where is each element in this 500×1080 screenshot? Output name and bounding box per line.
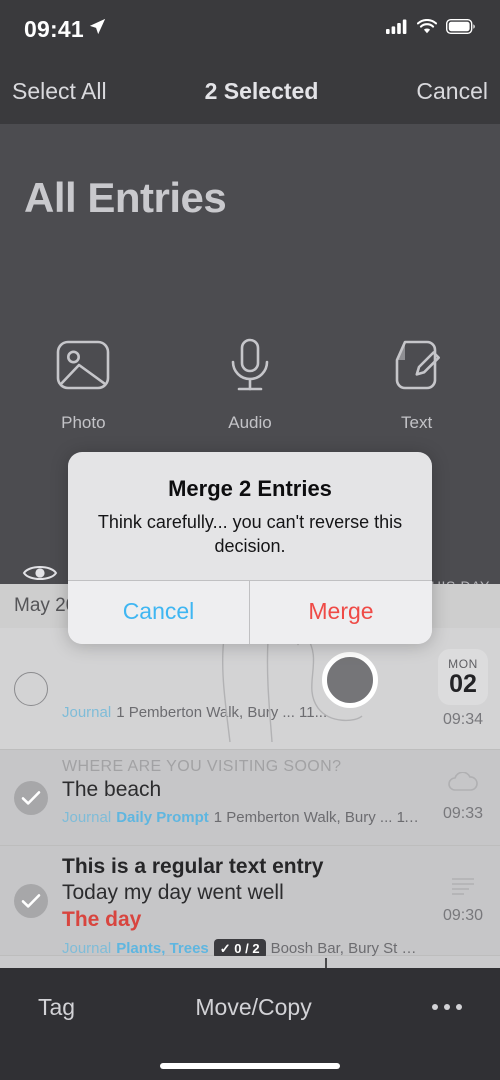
alert-message: Think carefully... you can't reverse thi…	[97, 512, 403, 557]
alert-cancel-button[interactable]: Cancel	[68, 581, 250, 645]
alert-title: Merge 2 Entries	[168, 476, 332, 501]
alert-body: Merge 2 Entries Think carefully... you c…	[68, 452, 432, 580]
alert-merge-button[interactable]: Merge	[250, 581, 432, 645]
merge-alert-dialog: Merge 2 Entries Think carefully... you c…	[68, 452, 432, 645]
alert-actions: Cancel Merge	[68, 580, 432, 645]
phone-screen: 09:41 Select All 2 Selected Cancel All E…	[0, 0, 500, 1080]
